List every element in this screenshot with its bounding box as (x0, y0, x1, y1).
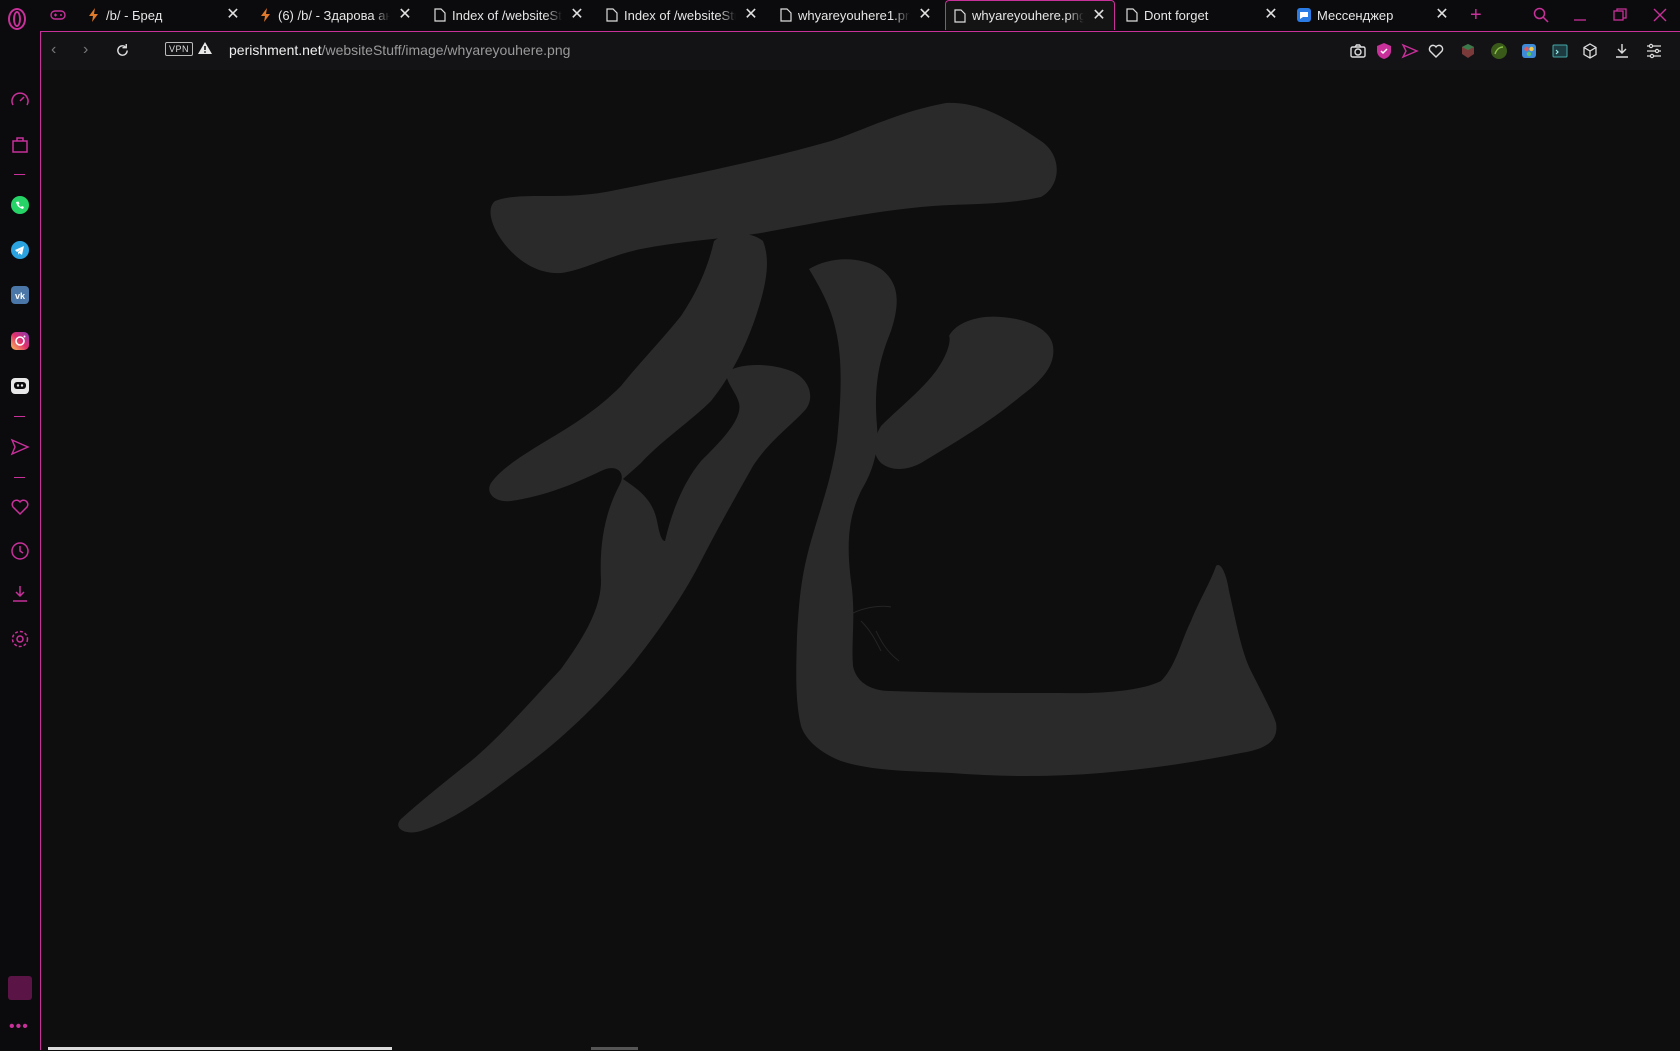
new-tab-button[interactable]: + (1470, 5, 1482, 25)
extension-2-icon[interactable] (1490, 42, 1508, 60)
tab-title: /b/ - Бред (106, 7, 163, 23)
downloads-icon[interactable] (10, 584, 30, 604)
gamepad-icon[interactable] (50, 8, 66, 22)
kanji-death-image (398, 102, 1277, 833)
lightning-icon (261, 8, 270, 22)
more-icon[interactable]: ••• (9, 1018, 29, 1036)
tab-item[interactable]: whyareyouhere1.png ( ✕ (780, 0, 940, 30)
tab-title: Dont forget (1144, 7, 1209, 23)
sidebar-divider (14, 477, 25, 478)
tab-item[interactable]: Index of /websiteStuff/ ✕ (606, 0, 766, 30)
settings-icon[interactable] (10, 629, 30, 649)
tab-title: (6) /b/ - Здарова анон (278, 7, 390, 23)
tab-item[interactable]: Dont forget ✕ (1126, 0, 1286, 30)
discord-icon[interactable] (10, 376, 30, 396)
shield-icon[interactable] (1375, 42, 1393, 60)
tab-close-icon[interactable]: ✕ (1092, 7, 1106, 23)
document-icon (954, 8, 966, 23)
tab-close-icon[interactable]: ✕ (570, 7, 584, 23)
tab-close-icon[interactable]: ✕ (398, 7, 412, 23)
document-icon (434, 8, 446, 22)
extension-4-icon[interactable] (1551, 42, 1569, 60)
address-bar: ‹ › VPN perishment.net/websiteStuff/imag… (41, 32, 1680, 70)
whatsapp-icon[interactable] (10, 195, 30, 215)
tab-item[interactable]: Мессенджер ✕ (1297, 0, 1457, 30)
close-window-icon[interactable] (1652, 7, 1668, 23)
restore-icon[interactable] (1612, 7, 1628, 23)
camera-icon[interactable] (1349, 42, 1367, 60)
heart-icon[interactable] (10, 497, 30, 517)
sidebar-divider (14, 174, 25, 175)
messenger-icon (1297, 8, 1311, 22)
speed-dial-icon[interactable] (10, 90, 30, 110)
tab-close-icon[interactable]: ✕ (744, 7, 758, 23)
send-icon[interactable] (10, 437, 30, 457)
lightning-icon (89, 8, 98, 22)
url-field[interactable]: perishment.net/websiteStuff/image/whyare… (229, 42, 570, 58)
opera-logo-icon[interactable] (8, 8, 26, 30)
browser-content: ‹ › VPN perishment.net/websiteStuff/imag… (40, 31, 1680, 1051)
tab-title: Index of /websiteStuff/ (624, 7, 736, 23)
tab-title: Мессенджер (1317, 7, 1394, 23)
send-icon[interactable] (1401, 42, 1419, 60)
extension-3-icon[interactable] (1520, 42, 1538, 60)
url-host: perishment.net (229, 42, 322, 58)
shopping-bag-icon[interactable] (10, 134, 30, 154)
tab-close-icon[interactable]: ✕ (226, 7, 240, 23)
telegram-icon[interactable] (10, 240, 30, 260)
warning-icon[interactable] (197, 40, 213, 56)
heart-icon[interactable] (1427, 42, 1445, 60)
cube-icon[interactable] (1581, 42, 1599, 60)
tab-close-icon[interactable]: ✕ (1264, 7, 1278, 23)
url-path: /websiteStuff/image/whyareyouhere.png (321, 42, 571, 58)
search-tabs-icon[interactable] (1533, 7, 1549, 23)
download-icon[interactable] (1613, 42, 1631, 60)
browser-window: /b/ - Бред ✕ (6) /b/ - Здарова анон ✕ In… (0, 0, 1680, 1051)
minimize-icon[interactable] (1572, 7, 1588, 23)
avatar[interactable] (8, 976, 32, 1000)
tab-item[interactable]: (6) /b/ - Здарова анон ✕ (260, 0, 420, 30)
tab-item-active[interactable]: whyareyouhere.png (3 ✕ (945, 0, 1115, 30)
easy-setup-icon[interactable] (1645, 42, 1663, 60)
tab-title: Index of /websiteStuff (452, 7, 562, 23)
tab-title: whyareyouhere.png (3 (972, 8, 1084, 23)
svg-text:vk: vk (15, 291, 26, 301)
sidebar: vk (0, 31, 40, 1050)
reload-icon[interactable] (115, 43, 130, 58)
tab-bar: /b/ - Бред ✕ (6) /b/ - Здарова анон ✕ In… (0, 0, 1680, 31)
extension-1-icon[interactable] (1459, 42, 1477, 60)
vk-icon[interactable]: vk (10, 285, 30, 305)
sidebar-divider (14, 416, 25, 417)
tab-item[interactable]: Index of /websiteStuff ✕ (434, 0, 592, 30)
document-icon (780, 8, 792, 22)
tab-title: whyareyouhere1.png ( (798, 7, 910, 23)
history-icon[interactable] (10, 541, 30, 561)
image-viewport (41, 70, 1680, 1051)
vpn-badge[interactable]: VPN (165, 42, 194, 56)
tab-item[interactable]: /b/ - Бред ✕ (88, 0, 248, 30)
document-icon (606, 8, 618, 22)
instagram-icon[interactable] (10, 331, 30, 351)
forward-button[interactable]: › (83, 42, 99, 58)
tab-close-icon[interactable]: ✕ (918, 7, 932, 23)
tab-close-icon[interactable]: ✕ (1435, 7, 1449, 23)
document-icon (1126, 8, 1138, 22)
back-button[interactable]: ‹ (51, 42, 67, 58)
